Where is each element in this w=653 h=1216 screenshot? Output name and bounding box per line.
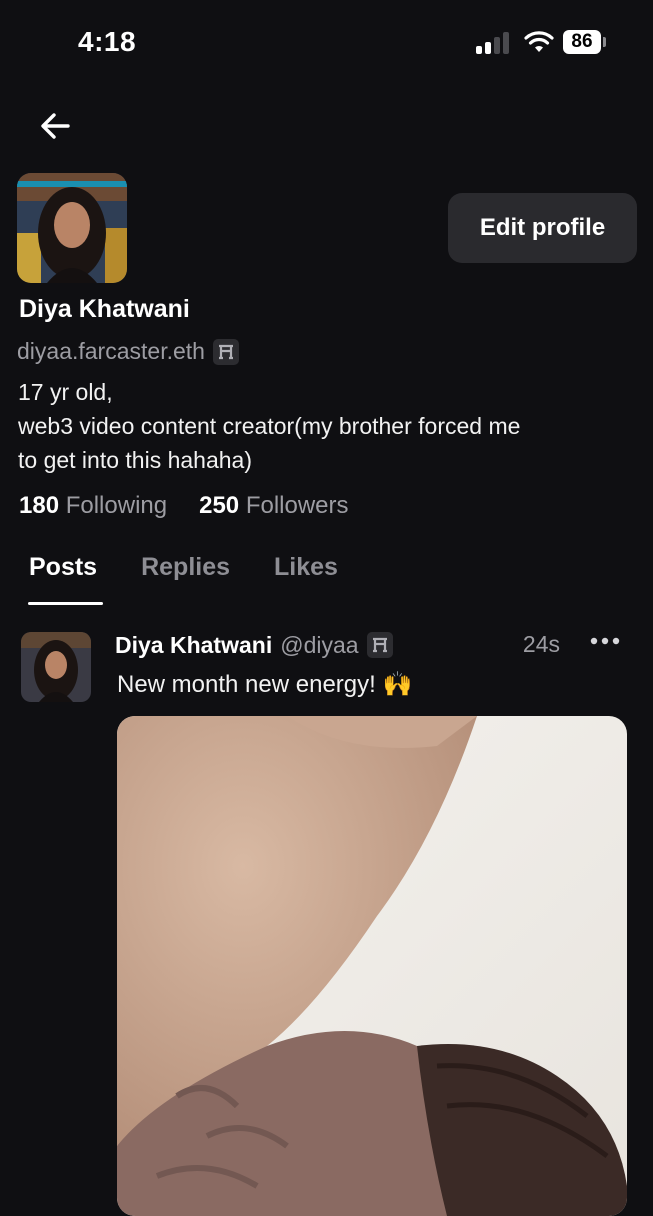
follow-stats: 180 Following 250 Followers: [19, 492, 349, 520]
followers-stat[interactable]: 250 Followers: [199, 492, 348, 520]
power-badge-icon: [366, 632, 393, 658]
post-media-image: [117, 716, 627, 1216]
post-handle[interactable]: @diyaa: [280, 632, 358, 659]
status-time: 4:18: [78, 26, 137, 57]
profile-bio: 17 yr old, web3 video content creator(my…: [18, 375, 633, 477]
power-badge-icon: [212, 338, 239, 365]
status-bar: 4:18 86: [0, 0, 653, 90]
display-name: Diya Khatwani: [19, 295, 190, 323]
avatar-image: [17, 173, 127, 283]
bio-line: web3 video content creator(my brother fo…: [18, 413, 521, 439]
wifi-icon: [524, 31, 554, 52]
post-author[interactable]: Diya Khatwani: [115, 632, 272, 659]
back-arrow-icon: [41, 113, 70, 139]
post-timestamp: 24s: [522, 631, 560, 657]
signal-icon: [476, 32, 512, 54]
active-tab-indicator: [28, 602, 103, 605]
tab-likes[interactable]: Likes: [274, 553, 338, 600]
back-button[interactable]: [34, 106, 78, 146]
following-count: 180: [19, 492, 60, 519]
profile-handle: diyaa.farcaster.eth: [17, 338, 205, 364]
post-media[interactable]: [117, 716, 627, 1216]
more-icon: [590, 637, 620, 645]
followers-count: 250: [199, 492, 240, 519]
post-avatar-image: [21, 632, 91, 702]
following-label: Following: [65, 492, 168, 519]
edit-profile-button[interactable]: Edit profile: [448, 193, 637, 263]
tab-posts[interactable]: Posts: [29, 553, 97, 600]
profile-tabs: Posts Replies Likes: [29, 553, 338, 600]
following-stat[interactable]: 180 Following: [19, 492, 167, 520]
bio-line: to get into this hahaha): [18, 447, 252, 473]
profile-avatar[interactable]: [17, 173, 127, 283]
battery-tip: [603, 37, 606, 47]
handle-row: diyaa.farcaster.eth: [17, 338, 239, 365]
battery-icon: 86: [563, 30, 601, 54]
post-text: New month new energy! 🙌: [117, 671, 413, 698]
post-avatar[interactable]: [21, 632, 91, 702]
bio-line: 17 yr old,: [18, 379, 113, 405]
more-options-button[interactable]: [585, 624, 625, 658]
tab-replies[interactable]: Replies: [141, 553, 230, 600]
followers-label: Followers: [245, 492, 349, 519]
post-header: Diya Khatwani @diyaa 24s: [115, 628, 625, 662]
